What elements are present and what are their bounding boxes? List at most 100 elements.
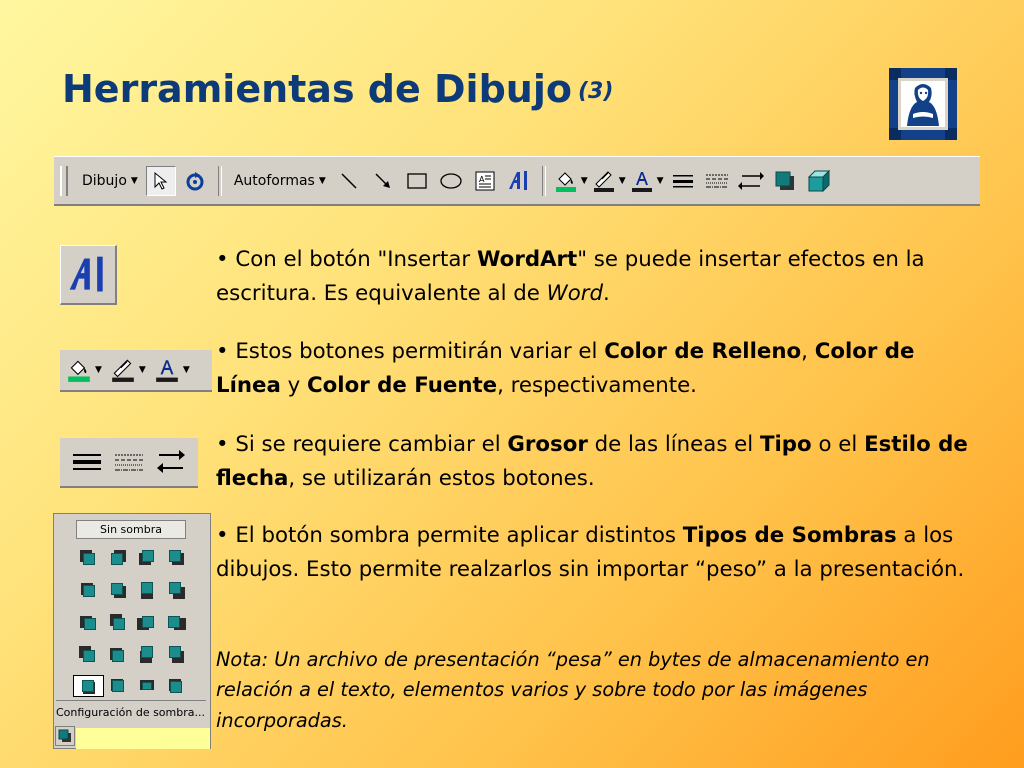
free-rotate-icon bbox=[186, 171, 204, 190]
font-color-icon bbox=[156, 360, 178, 382]
shadow-option[interactable] bbox=[132, 644, 161, 664]
shadow-option[interactable] bbox=[74, 612, 103, 632]
dibujo-label: Dibujo bbox=[82, 172, 127, 189]
chevron-down-icon: ▼ bbox=[318, 175, 326, 186]
shadow-option[interactable] bbox=[132, 548, 161, 568]
mona-lisa-picture-icon bbox=[889, 68, 957, 140]
line-icon bbox=[341, 172, 357, 189]
autoformas-menu[interactable]: Autoformas ▼ bbox=[228, 173, 332, 189]
bullet-bold: Tipos de Sombras bbox=[682, 523, 897, 548]
bullet-text: • El botón sombra permite aplicar distin… bbox=[216, 523, 683, 548]
bullet-text: • Estos botones permitirán variar el bbox=[216, 339, 605, 364]
arrow-style-button[interactable] bbox=[736, 166, 766, 196]
shadow-option[interactable] bbox=[103, 612, 132, 632]
autoformas-label: Autoformas bbox=[233, 172, 315, 189]
bullet-wordart: • Con el botón "Insertar WordArt" se pue… bbox=[216, 243, 976, 311]
bullet-bold: Color de Fuente bbox=[307, 373, 498, 399]
wordart-button[interactable] bbox=[504, 166, 534, 196]
shadow-palette-footer bbox=[76, 728, 210, 749]
shadow-icon bbox=[58, 729, 71, 742]
fill-color-button[interactable]: ▼ bbox=[554, 169, 588, 193]
shadow-option[interactable] bbox=[161, 644, 190, 664]
chevron-down-icon: ▼ bbox=[182, 365, 190, 375]
wordart-icon bbox=[69, 256, 103, 291]
line-buttons-sample bbox=[60, 438, 198, 488]
toolbar-grip[interactable] bbox=[60, 165, 68, 196]
arrow-button[interactable] bbox=[368, 166, 398, 196]
bullet-bold: Grosor bbox=[507, 432, 588, 457]
shadow-button[interactable] bbox=[770, 166, 800, 196]
chevron-down-icon: ▼ bbox=[656, 175, 664, 186]
chevron-down-icon: ▼ bbox=[580, 175, 588, 186]
shadow-option[interactable] bbox=[161, 676, 190, 696]
shadow-option[interactable] bbox=[74, 644, 103, 664]
select-arrow-icon bbox=[154, 171, 168, 190]
shadow-option[interactable] bbox=[132, 612, 161, 632]
bullet-text: y bbox=[280, 373, 308, 399]
bullet-bold: Color de Relleno bbox=[604, 339, 802, 364]
shadow-option[interactable] bbox=[132, 676, 161, 696]
shadow-option[interactable] bbox=[74, 548, 103, 568]
bullet-text: • Si se requiere cambiar el bbox=[216, 432, 508, 457]
chevron-down-icon: ▼ bbox=[95, 365, 102, 375]
rectangle-icon bbox=[407, 172, 427, 189]
shadow-option[interactable] bbox=[161, 612, 190, 632]
dash-style-icon bbox=[705, 174, 728, 187]
bullet-shadows: • El botón sombra permite aplicar distin… bbox=[216, 519, 976, 587]
line-button[interactable] bbox=[334, 166, 364, 196]
bullet-text: de las líneas el bbox=[587, 432, 760, 457]
bullet-text: . bbox=[603, 281, 610, 307]
shadow-option[interactable] bbox=[161, 548, 190, 568]
slide-title: Herramientas de Dibujo (3) bbox=[62, 70, 613, 108]
drawing-toolbar: Dibujo ▼ Autoformas ▼ A ▼ ▼ ▼ bbox=[54, 156, 980, 206]
bullet-text: , se utilizarán estos botones. bbox=[288, 466, 595, 492]
line-style-icon bbox=[672, 174, 693, 187]
bullet-text: , bbox=[801, 339, 815, 364]
bullet-italic: Word bbox=[546, 281, 604, 307]
dibujo-menu[interactable]: Dibujo ▼ bbox=[76, 173, 144, 189]
fill-color-icon bbox=[68, 360, 90, 382]
line-color-icon bbox=[593, 170, 614, 192]
shadow-icon bbox=[775, 171, 794, 190]
select-objects-button[interactable] bbox=[145, 165, 176, 196]
arrow-style-icon bbox=[157, 450, 185, 473]
no-shadow-option[interactable]: Sin sombra bbox=[76, 520, 186, 539]
arrow-style-icon bbox=[737, 171, 764, 190]
shadow-option[interactable] bbox=[103, 676, 132, 696]
bullet-text: o el bbox=[811, 432, 865, 457]
font-color-icon bbox=[631, 171, 652, 192]
dash-style-button[interactable] bbox=[702, 166, 732, 196]
text-box-button[interactable]: A bbox=[470, 166, 500, 196]
wordart-icon bbox=[508, 170, 527, 190]
shadow-option[interactable] bbox=[132, 580, 161, 600]
free-rotate-button[interactable] bbox=[180, 166, 210, 196]
shadow-option[interactable] bbox=[161, 580, 190, 600]
shadow-option[interactable] bbox=[74, 580, 103, 600]
slide-title-text: Herramientas de Dibujo bbox=[62, 67, 572, 111]
line-color-button[interactable]: ▼ bbox=[592, 169, 626, 193]
3d-button[interactable] bbox=[804, 166, 834, 196]
toolbar-separator bbox=[541, 165, 546, 196]
bullet-lines: • Si se requiere cambiar el Grosor de la… bbox=[216, 428, 976, 496]
bullet-bold: Tipo bbox=[759, 432, 812, 457]
rectangle-button[interactable] bbox=[402, 166, 432, 196]
shadow-settings-option[interactable]: Configuración de sombra... bbox=[56, 700, 206, 719]
oval-icon bbox=[440, 172, 462, 189]
shadow-option[interactable] bbox=[103, 548, 132, 568]
bullet-text: • Con el botón "Insertar bbox=[216, 247, 477, 272]
text-box-icon: A bbox=[475, 171, 495, 190]
bullet-colors: • Estos botones permitirán variar el Col… bbox=[216, 335, 976, 403]
shadow-button[interactable] bbox=[55, 726, 75, 746]
3d-icon bbox=[807, 169, 830, 192]
line-style-icon bbox=[73, 454, 101, 470]
font-color-button[interactable]: ▼ bbox=[630, 169, 664, 193]
shadow-option[interactable] bbox=[103, 644, 132, 664]
shadow-options-grid bbox=[73, 548, 190, 697]
line-style-button[interactable] bbox=[668, 166, 698, 196]
arrow-icon bbox=[375, 172, 390, 188]
shadow-option-selected[interactable] bbox=[73, 675, 104, 697]
svg-text:A: A bbox=[479, 175, 485, 184]
oval-button[interactable] bbox=[436, 166, 466, 196]
shadow-option[interactable] bbox=[103, 580, 132, 600]
toolbar-separator bbox=[217, 165, 222, 196]
